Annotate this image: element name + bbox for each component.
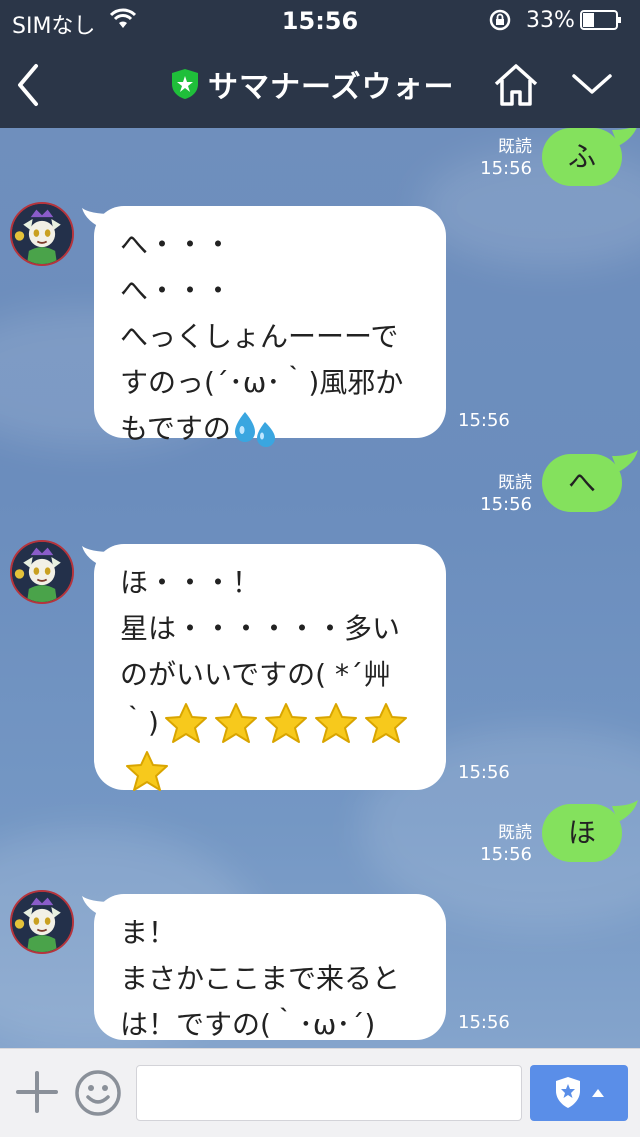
emoji-face-icon[interactable] — [74, 1069, 122, 1117]
message-text: もですの — [120, 412, 231, 445]
message-bubble-incoming[interactable]: へ・・・ へ・・・ へっくしょんーーーで すのっ(´･ω･｀)風邪か もですの — [94, 206, 446, 447]
chat-header: サマナーズウォー — [0, 44, 640, 128]
message-bubble-outgoing[interactable]: へ — [542, 454, 622, 512]
message-line: すのっ(´･ω･｀)風邪か — [120, 366, 404, 399]
star-icon — [264, 703, 307, 743]
bubble-tail — [612, 450, 638, 472]
character-avatar-icon — [12, 204, 72, 264]
read-receipt: 既読 — [498, 137, 532, 157]
battery-icon — [580, 10, 621, 30]
message-time: 15:56 — [458, 1012, 510, 1033]
message-meta: 既読 15:56 — [470, 472, 532, 516]
star-row — [159, 703, 409, 743]
star-row — [120, 748, 424, 798]
message-time: 15:56 — [458, 762, 510, 783]
message-bubble-incoming[interactable]: ま！ まさかここまで来ると は！ですの(｀･ω･´) — [94, 894, 446, 1041]
message-meta: 既読 15:56 — [470, 136, 532, 180]
message-text: ｀) — [120, 706, 159, 739]
sweat-drops-icon — [234, 412, 275, 447]
bubble-tail — [612, 800, 638, 822]
message-line: ほ・・・！ — [120, 566, 261, 599]
avatar[interactable] — [10, 202, 74, 266]
star-icon — [214, 703, 257, 743]
message-bubble-outgoing[interactable]: ふ — [542, 128, 622, 186]
message-bubble-incoming[interactable]: ほ・・・！ 星は・・・・・・多い のがいいですの( *´艸 ｀) — [94, 544, 446, 791]
plus-icon[interactable] — [16, 1071, 58, 1113]
message-time: 15:56 — [458, 410, 510, 431]
sticker-shield-icon — [556, 1077, 604, 1108]
message-line: は！ですの(｀･ω･´) — [120, 1008, 376, 1041]
message-line: まさかここまで来ると — [120, 962, 401, 995]
message-line: ま！ — [120, 916, 177, 949]
star-icon — [164, 703, 207, 743]
message-time: 15:56 — [480, 158, 532, 179]
message-line: へ・・・ — [120, 274, 233, 307]
message-line: もですの — [120, 406, 424, 452]
star-icon — [126, 751, 168, 791]
star-icon — [364, 703, 407, 743]
star-icon — [314, 703, 357, 743]
chevron-down-icon[interactable] — [570, 70, 614, 98]
chevron-left-icon[interactable] — [14, 62, 42, 108]
message-time: 15:56 — [480, 494, 532, 515]
bubble-tail — [612, 128, 637, 146]
verified-shield-icon — [172, 69, 198, 99]
home-icon[interactable] — [492, 62, 540, 108]
read-receipt: 既読 — [498, 473, 532, 493]
message-line: へ・・・ — [120, 228, 233, 261]
status-bar: SIMなし 15:56 33% — [0, 0, 640, 44]
message-input[interactable] — [136, 1065, 522, 1121]
message-meta: 既読 15:56 — [470, 822, 532, 866]
message-line: のがいいですの( *´艸 — [120, 658, 391, 691]
message-line: へっくしょんーーーで — [120, 320, 399, 353]
chat-title-text: サマナーズウォー — [208, 70, 455, 105]
message-time: 15:56 — [480, 844, 532, 865]
character-avatar-icon — [12, 542, 72, 602]
message-bubble-outgoing[interactable]: ほ — [542, 804, 622, 862]
avatar[interactable] — [10, 540, 74, 604]
chat-title[interactable]: サマナーズウォー — [170, 64, 455, 105]
avatar[interactable] — [10, 890, 74, 954]
read-receipt: 既読 — [498, 823, 532, 843]
rotation-lock-icon — [489, 9, 511, 31]
sticker-button[interactable] — [530, 1065, 628, 1121]
message-line: 星は・・・・・・多い — [120, 612, 401, 645]
character-avatar-icon — [12, 892, 72, 952]
battery-percent: 33% — [526, 8, 575, 33]
message-line: ｀) — [120, 698, 424, 748]
chat-area[interactable]: 既読 15:56 ふ へ・・・ へ・・・ へっくしょんーーーで すのっ(´･ω･… — [0, 128, 640, 1048]
message-input-bar — [0, 1048, 640, 1137]
